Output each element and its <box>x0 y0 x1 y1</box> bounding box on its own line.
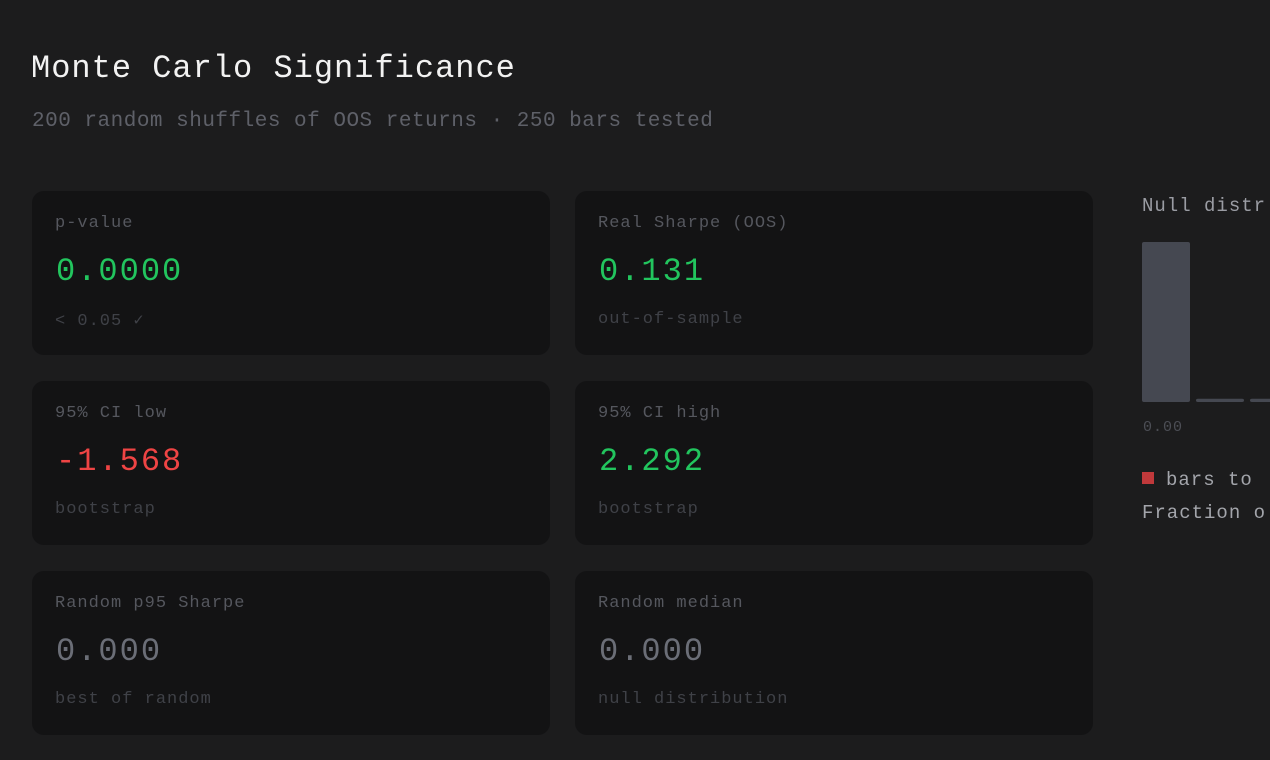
panel-note: Fraction o <box>1142 502 1267 524</box>
card-value: 0.000 <box>56 633 163 670</box>
card-label: 95% CI low <box>55 404 168 423</box>
card-sub: out-of-sample <box>598 310 744 329</box>
page-subtitle: 200 random shuffles of OOS returns · 250… <box>32 110 714 133</box>
card-sub: bootstrap <box>598 500 699 519</box>
card-value: 0.000 <box>599 633 706 670</box>
stat-card-random-p95: Random p95 Sharpe 0.000 best of random <box>32 571 550 735</box>
stat-card-p-value: p-value 0.0000 < 0.05 ✓ <box>32 191 550 355</box>
card-label: Real Sharpe (OOS) <box>598 214 789 233</box>
stats-grid: p-value 0.0000 < 0.05 ✓ Real Sharpe (OOS… <box>32 191 1093 735</box>
legend-swatch <box>1142 472 1154 484</box>
card-sub: < 0.05 ✓ <box>55 312 145 331</box>
histogram-bar <box>1196 398 1244 402</box>
card-label: p-value <box>55 214 134 233</box>
histogram <box>1142 242 1270 402</box>
legend: bars to <box>1142 469 1253 493</box>
card-label: Random p95 Sharpe <box>55 594 246 613</box>
stat-card-random-median: Random median 0.000 null distribution <box>575 571 1093 735</box>
null-distribution-panel: Null distr 0.00 bars to Fraction o <box>1142 190 1270 550</box>
x-tick-label: 0.00 <box>1143 419 1184 436</box>
panel-title: Null distr <box>1142 195 1267 217</box>
page-title: Monte Carlo Significance <box>31 50 516 87</box>
card-label: Random median <box>598 594 744 613</box>
card-value: 0.131 <box>599 253 706 290</box>
stat-card-ci-low: 95% CI low -1.568 bootstrap <box>32 381 550 545</box>
card-label: 95% CI high <box>598 404 722 423</box>
card-sub: bootstrap <box>55 500 156 519</box>
card-sub: null distribution <box>598 690 789 709</box>
histogram-bar <box>1142 242 1190 402</box>
stat-card-ci-high: 95% CI high 2.292 bootstrap <box>575 381 1093 545</box>
card-value: 0.0000 <box>56 253 184 290</box>
card-value: 2.292 <box>599 443 706 480</box>
card-sub: best of random <box>55 690 212 709</box>
histogram-bar <box>1250 398 1270 402</box>
card-value: -1.568 <box>56 443 184 480</box>
stat-card-real-sharpe: Real Sharpe (OOS) 0.131 out-of-sample <box>575 191 1093 355</box>
legend-text: bars to <box>1166 469 1253 491</box>
